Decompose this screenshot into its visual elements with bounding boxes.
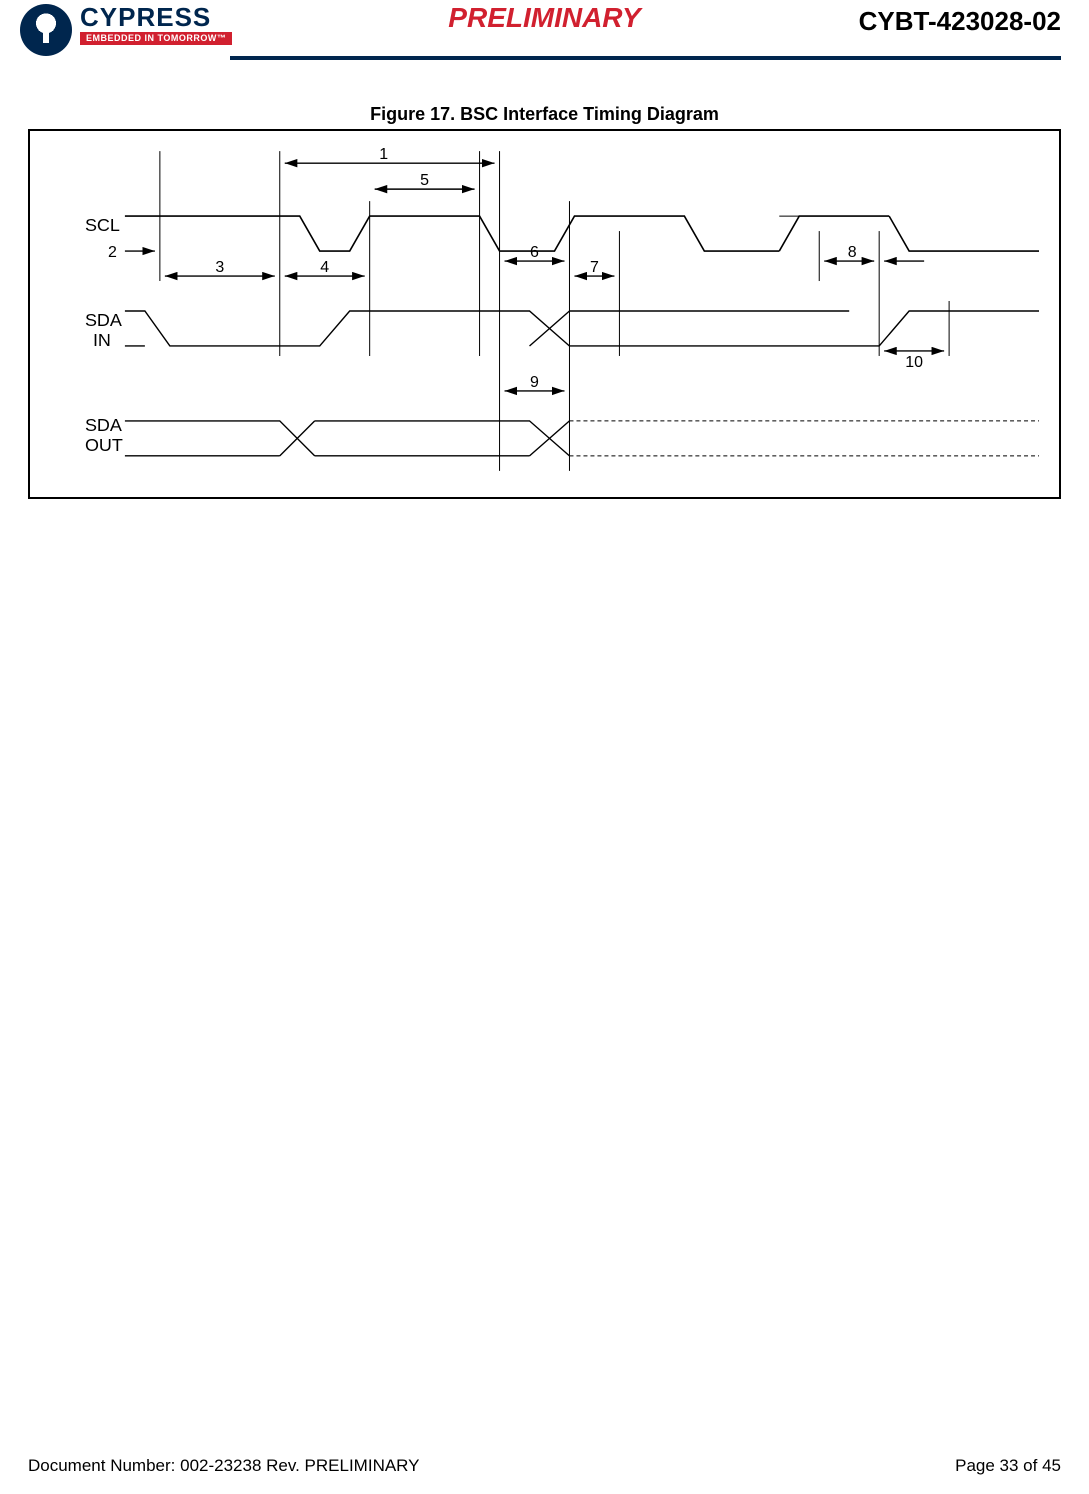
figure-caption: Figure 17. BSC Interface Timing Diagram: [0, 104, 1089, 125]
marker-8: 8: [848, 244, 857, 261]
sda-out-label-2: OUT: [85, 435, 123, 455]
marker-2: 2: [108, 244, 117, 261]
footer-page-number: Page 33 of 45: [955, 1456, 1061, 1476]
marker-1: 1: [379, 146, 388, 163]
sda-in-label-2: IN: [93, 330, 111, 350]
brand-word: CYPRESS: [80, 4, 232, 30]
marker-4: 4: [320, 259, 329, 276]
brand-logo-mark-icon: [20, 4, 72, 56]
marker-7: 7: [590, 259, 599, 276]
timing-diagram-svg: SCL 1 5 2 3 4 6: [30, 131, 1059, 497]
marker-6: 6: [530, 244, 539, 261]
sda-in-label-1: SDA: [85, 310, 122, 330]
marker-10: 10: [905, 354, 923, 371]
sda-out-label-1: SDA: [85, 415, 122, 435]
scl-label: SCL: [85, 215, 120, 235]
footer-doc-number: Document Number: 002-23238 Rev. PRELIMIN…: [28, 1456, 420, 1476]
brand-logo: CYPRESS EMBEDDED IN TOMORROW™: [20, 4, 232, 56]
marker-9: 9: [530, 374, 539, 391]
page-header: CYPRESS EMBEDDED IN TOMORROW™ PRELIMINAR…: [0, 0, 1089, 68]
marker-5: 5: [420, 172, 429, 189]
header-part-number: CYBT-423028-02: [859, 4, 1061, 37]
timing-diagram-figure: SCL 1 5 2 3 4 6: [28, 129, 1061, 499]
brand-tagline: EMBEDDED IN TOMORROW™: [80, 32, 232, 45]
preliminary-label: PRELIMINARY: [448, 2, 640, 33]
marker-3: 3: [215, 259, 224, 276]
brand-logo-text: CYPRESS EMBEDDED IN TOMORROW™: [80, 4, 232, 45]
page-footer: Document Number: 002-23238 Rev. PRELIMIN…: [28, 1456, 1061, 1476]
